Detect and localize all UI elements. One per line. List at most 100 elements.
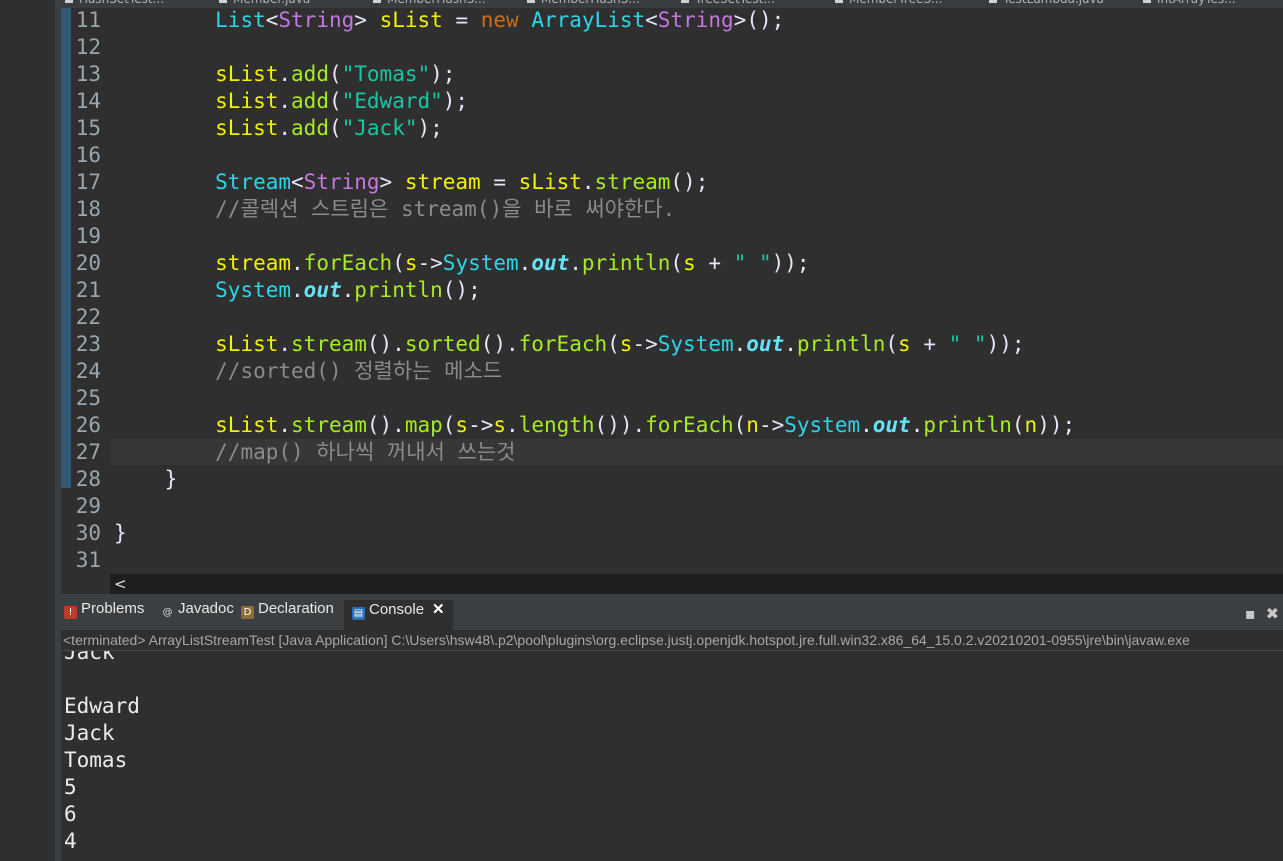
line-number: 11 xyxy=(75,8,101,32)
code-text: //콜렉션 스트림은 stream()을 바로 써야한다. xyxy=(215,197,676,221)
code-line: 28 } xyxy=(61,466,1283,493)
tab-declaration-label: Declaration xyxy=(258,600,334,617)
java-file-icon xyxy=(65,0,73,3)
console-line: Jack xyxy=(64,651,115,664)
console-icon: ▤ xyxy=(352,607,365,620)
editor-tab-label: MemberTreeS... xyxy=(849,0,942,6)
tab-console[interactable]: ▤ Console ✕ xyxy=(344,600,453,630)
code-line: 16 xyxy=(61,142,1283,169)
line-number: 23 xyxy=(75,332,101,356)
line-number: 26 xyxy=(75,413,101,437)
code-text: //map() 하나씩 꺼내서 쓰는것 xyxy=(215,440,516,464)
code-line: 25 xyxy=(61,385,1283,412)
code-text: System.out.println(); xyxy=(215,278,481,302)
minimize-icon[interactable]: ▪ xyxy=(1245,604,1256,623)
line-number: 16 xyxy=(75,143,101,167)
line-number: 24 xyxy=(75,359,101,383)
console-line: Edward xyxy=(64,694,140,718)
code-line: 14 sList.add("Edward"); xyxy=(61,88,1283,115)
editor-tab[interactable]: MemberHashS... xyxy=(373,0,486,8)
line-number: 29 xyxy=(75,494,101,518)
code-line: 26 sList.stream().map(s->s.length()).for… xyxy=(61,412,1283,439)
console-line: Jack xyxy=(64,721,115,745)
tab-problems-label: Problems xyxy=(81,600,145,617)
console-line: 6 xyxy=(64,802,77,826)
code-text: stream.forEach(s->System.out.println(s +… xyxy=(215,251,810,275)
editor-tab[interactable]: Member.java xyxy=(219,0,310,8)
code-line: 29 xyxy=(61,493,1283,520)
java-file-icon xyxy=(681,0,689,3)
editor-tab[interactable]: TestLambda.java xyxy=(989,0,1104,8)
editor-tab-label: MemberHashS... xyxy=(387,0,486,6)
java-file-icon xyxy=(989,0,997,3)
java-file-icon xyxy=(527,0,535,3)
line-number: 25 xyxy=(75,386,101,410)
editor-tab-label: TreeSetTest... xyxy=(695,0,775,6)
code-text: sList.add("Tomas"); xyxy=(215,62,456,86)
tab-javadoc[interactable]: @ Javadoc xyxy=(161,600,234,630)
line-number: 12 xyxy=(75,35,101,59)
line-number: 31 xyxy=(75,548,101,572)
declaration-icon: D xyxy=(241,606,254,619)
code-line: 30} xyxy=(61,520,1283,547)
line-number: 22 xyxy=(75,305,101,329)
java-file-icon xyxy=(835,0,843,3)
scroll-corner xyxy=(61,574,110,594)
editor-tab-label: HashSetTest... xyxy=(79,0,164,6)
tab-console-label: Console xyxy=(369,601,425,618)
left-side-panel xyxy=(0,0,55,861)
console-output[interactable]: Jack Edward Jack Tomas 5 6 4 xyxy=(61,651,1283,861)
code-text: } xyxy=(164,467,178,491)
view-controls: ▪ ✖ xyxy=(1235,604,1279,623)
code-line: 27 //map() 하나씩 꺼내서 쓰는것 xyxy=(61,439,1283,466)
editor-tab[interactable]: HashSetTest... xyxy=(65,0,164,8)
line-number: 27 xyxy=(75,440,101,464)
tab-problems[interactable]: ! Problems xyxy=(64,600,144,630)
line-number: 17 xyxy=(75,170,101,194)
tab-declaration[interactable]: D Declaration xyxy=(241,600,334,630)
console-line: Tomas xyxy=(64,748,128,772)
console-line: 4 xyxy=(64,829,77,853)
editor-tab[interactable]: TreeSetTest... xyxy=(681,0,775,8)
code-line: 12 xyxy=(61,34,1283,61)
code-line: 24 //sorted() 정렬하는 메소드 xyxy=(61,358,1283,385)
code-line: 15 sList.add("Jack"); xyxy=(61,115,1283,142)
code-line: 21 System.out.println(); xyxy=(61,277,1283,304)
line-number: 20 xyxy=(75,251,101,275)
line-number: 28 xyxy=(75,467,101,491)
code-line: 18 //콜렉션 스트림은 stream()을 바로 써야한다. xyxy=(61,196,1283,223)
editor-tab-bar: HashSetTest... Member.java MemberHashS... M… xyxy=(61,0,1283,8)
code-line: 22 xyxy=(61,304,1283,331)
close-view-icon[interactable]: ✖ xyxy=(1266,604,1279,623)
line-number: 15 xyxy=(75,116,101,140)
line-number: 30 xyxy=(75,521,101,545)
editor-tab[interactable]: MemberTreeS... xyxy=(835,0,942,8)
code-line: 19 xyxy=(61,223,1283,250)
editor-tab[interactable]: MemberHashS... xyxy=(527,0,640,8)
editor-tab-label: MemberHashS... xyxy=(541,0,640,6)
code-text: sList.add("Jack"); xyxy=(215,116,443,140)
close-tab-icon[interactable]: ✕ xyxy=(432,601,445,618)
console-line: 5 xyxy=(64,775,77,799)
line-number: 21 xyxy=(75,278,101,302)
java-file-icon xyxy=(373,0,381,3)
java-file-icon xyxy=(1143,0,1151,3)
code-text: } xyxy=(114,521,127,545)
javadoc-icon: @ xyxy=(162,607,173,618)
code-editor[interactable]: 11 List<String> sList = new ArrayList<St… xyxy=(61,8,1283,574)
horizontal-scrollbar[interactable]: < xyxy=(110,574,1283,594)
view-tab-bar: ! Problems @ Javadoc D Declaration ▤ Console… xyxy=(61,600,1283,630)
editor-tab-label: Member.java xyxy=(233,0,310,6)
code-line: 11 List<String> sList = new ArrayList<St… xyxy=(61,8,1283,34)
code-line: 20 stream.forEach(s->System.out.println(… xyxy=(61,250,1283,277)
line-number: 18 xyxy=(75,197,101,221)
code-text: sList.stream().sorted().forEach(s->Syste… xyxy=(215,332,1025,356)
code-line: 23 sList.stream().sorted().forEach(s->Sy… xyxy=(61,331,1283,358)
editor-tab-label: TestLambda.java xyxy=(1003,0,1104,6)
scroll-left-arrow-icon[interactable]: < xyxy=(114,574,127,594)
problems-icon: ! xyxy=(64,606,77,619)
code-text: Stream<String> stream = sList.stream(); xyxy=(215,170,709,194)
editor-tab[interactable]: IntArrayTes... xyxy=(1143,0,1236,8)
line-number: 13 xyxy=(75,62,101,86)
code-text: sList.stream().map(s->s.length()).forEac… xyxy=(215,413,1076,437)
